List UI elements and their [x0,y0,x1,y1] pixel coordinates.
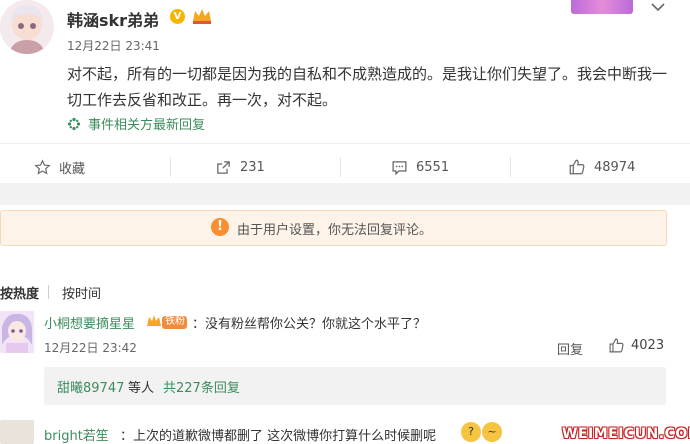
thinking-emoji-icon: ? [461,422,481,442]
sweat-emoji-icon: ~ [482,422,502,442]
comment-like-count: 4023 [631,338,665,353]
thumbs-up-icon [569,159,585,175]
section-separator [0,183,690,205]
sort-by-time-tab[interactable]: 按时间 [62,283,101,302]
comment-count: 6551 [416,159,450,175]
divider [48,285,49,299]
comment-username[interactable]: bright若笙 [44,425,109,444]
like-count: 48974 [594,159,636,175]
share-button[interactable]: 231 [215,155,265,179]
post-body: 对不起，所有的一切都是因为我的自私和不成熟造成的。是我让你们失望了。我会中断我一… [67,65,668,109]
watermark: WEIMEICUN.COM [562,426,690,442]
favorite-label: 收藏 [59,161,86,177]
comment-username[interactable]: 小桐想要摘星星 [44,313,135,332]
vip-crown-icon [191,7,213,25]
divider [510,157,511,177]
share-count: 231 [240,159,265,175]
reply-button[interactable]: 回复 [557,339,583,358]
topic-link[interactable]: 事件相关方最新回复 [88,114,205,133]
commenter-avatar[interactable] [0,420,34,444]
author-avatar[interactable] [0,0,54,54]
view-replies-link[interactable]: 共227条回复 [163,377,240,396]
commenter-avatar[interactable] [0,311,34,353]
divider [170,157,171,177]
sort-by-hot-tab[interactable]: 按热度 [0,283,39,302]
topic-sparkle-icon [67,116,81,131]
comment-like-button[interactable]: 4023 [608,337,664,354]
fan-badge-label: 铁粉 [165,316,185,327]
author-name[interactable]: 韩涵skr弟弟 [67,7,159,31]
star-icon [34,158,51,175]
reply-usernames[interactable]: 甜曦89747 [57,377,124,396]
favorite-button[interactable]: 收藏 [34,155,85,179]
share-icon [217,160,230,174]
divider [340,157,341,177]
divider [0,143,690,144]
fan-badge: 铁粉 [146,314,188,330]
like-button[interactable]: 48974 [568,155,635,179]
thumbs-up-icon [609,338,624,353]
reply-others-text: 等人 [128,381,155,396]
comment-button[interactable]: 6551 [391,155,449,179]
post-timestamp[interactable]: 12月22日 23:41 [67,37,160,54]
comment-text: ：上次的道歉微博都删了 这次微博你打算什么时候删呢 [120,429,437,444]
comment-text: ：没有粉丝帮你公关？你就这个水平了？ [192,317,427,332]
decoration-card [571,0,633,14]
comment-icon [392,160,407,175]
verified-icon: V [170,9,185,24]
warning-icon: ! [211,218,229,236]
comment-timestamp: 12月22日 23:42 [44,341,137,355]
notice-text: 由于用户设置，你无法回复评论。 [237,223,433,238]
more-options-icon[interactable] [651,0,665,16]
